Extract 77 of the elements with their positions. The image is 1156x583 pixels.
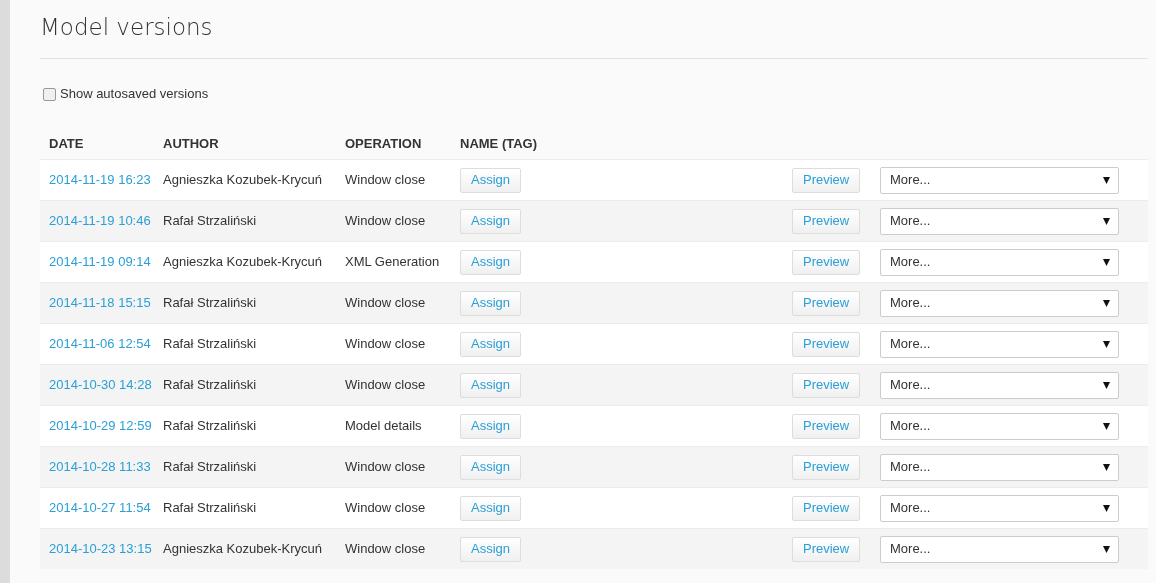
more-dropdown[interactable]: More... xyxy=(880,453,1119,481)
more-dropdown[interactable]: More... xyxy=(880,535,1119,563)
author-cell: Agnieszka Kozubek-Krycuń xyxy=(163,172,322,188)
caret-icon xyxy=(1103,463,1110,471)
caret-icon xyxy=(1103,340,1110,348)
operation-cell: Window close xyxy=(345,336,426,352)
assign-button[interactable]: Assign xyxy=(460,249,522,275)
assign-button[interactable]: Assign xyxy=(460,331,522,357)
operation-cell: Window close xyxy=(345,541,426,557)
assign-button[interactable]: Assign xyxy=(460,413,522,439)
more-dropdown[interactable]: More... xyxy=(880,330,1119,358)
assign-button[interactable]: Assign xyxy=(460,495,522,521)
column-header: DATE xyxy=(49,135,84,151)
assign-button[interactable]: Assign xyxy=(460,167,522,193)
caret-icon xyxy=(1103,217,1110,225)
author-cell: Agnieszka Kozubek-Krycuń xyxy=(163,541,322,557)
assign-button[interactable]: Assign xyxy=(460,372,522,398)
author-cell: Rafał Strzaliński xyxy=(163,500,257,516)
author-cell: Rafał Strzaliński xyxy=(163,377,257,393)
caret-icon xyxy=(1103,545,1110,553)
preview-button[interactable]: Preview xyxy=(792,249,861,275)
operation-cell: Model details xyxy=(345,418,422,434)
author-cell: Rafał Strzaliński xyxy=(163,295,257,311)
operation-cell: Window close xyxy=(345,295,426,311)
author-cell: Rafał Strzaliński xyxy=(163,459,257,475)
date-link[interactable]: 2014-10-28 11:33 xyxy=(49,459,151,475)
more-dropdown[interactable]: More... xyxy=(880,166,1119,194)
author-cell: Agnieszka Kozubek-Krycuń xyxy=(163,254,322,270)
column-header: OPERATION xyxy=(345,135,422,151)
more-dropdown[interactable]: More... xyxy=(880,494,1119,522)
assign-button[interactable]: Assign xyxy=(460,536,522,562)
more-dropdown[interactable]: More... xyxy=(880,207,1119,235)
operation-cell: Window close xyxy=(345,459,426,475)
operation-cell: Window close xyxy=(345,213,426,229)
date-link[interactable]: 2014-10-30 14:28 xyxy=(49,377,152,393)
preview-button[interactable]: Preview xyxy=(792,167,861,193)
date-link[interactable]: 2014-10-29 12:59 xyxy=(49,418,152,434)
column-header: AUTHOR xyxy=(163,135,219,151)
more-dropdown[interactable]: More... xyxy=(880,289,1119,317)
preview-button[interactable]: Preview xyxy=(792,372,861,398)
preview-button[interactable]: Preview xyxy=(792,536,861,562)
preview-button[interactable]: Preview xyxy=(792,290,861,316)
more-dropdown[interactable]: More... xyxy=(880,371,1119,399)
more-dropdown[interactable]: More... xyxy=(880,412,1119,440)
column-header: NAME (TAG) xyxy=(460,135,538,151)
caret-icon xyxy=(1103,258,1110,266)
caret-icon xyxy=(1103,381,1110,389)
date-link[interactable]: 2014-11-06 12:54 xyxy=(49,336,151,352)
date-link[interactable]: 2014-11-19 16:23 xyxy=(49,172,151,188)
author-cell: Rafał Strzaliński xyxy=(163,336,257,352)
date-link[interactable]: 2014-11-19 10:46 xyxy=(49,213,151,229)
preview-button[interactable]: Preview xyxy=(792,331,861,357)
operation-cell: XML Generation xyxy=(345,254,440,270)
date-link[interactable]: 2014-11-18 15:15 xyxy=(49,295,151,311)
assign-button[interactable]: Assign xyxy=(460,454,522,480)
operation-cell: Window close xyxy=(345,172,426,188)
author-cell: Rafał Strzaliński xyxy=(163,418,257,434)
operation-cell: Window close xyxy=(345,377,426,393)
date-link[interactable]: 2014-11-19 09:14 xyxy=(49,254,151,270)
page-title: Model versions xyxy=(40,13,214,42)
autosave-checkbox[interactable] xyxy=(43,87,56,101)
autosave-label: Show autosaved versions xyxy=(60,85,209,104)
caret-icon xyxy=(1103,299,1110,307)
date-link[interactable]: 2014-10-27 11:54 xyxy=(49,500,151,516)
operation-cell: Window close xyxy=(345,500,426,516)
author-cell: Rafał Strzaliński xyxy=(163,213,257,229)
preview-button[interactable]: Preview xyxy=(792,208,861,234)
date-link[interactable]: 2014-10-23 13:15 xyxy=(49,541,152,557)
preview-button[interactable]: Preview xyxy=(792,495,861,521)
caret-icon xyxy=(1103,422,1110,430)
caret-icon xyxy=(1103,176,1110,184)
assign-button[interactable]: Assign xyxy=(460,208,522,234)
preview-button[interactable]: Preview xyxy=(792,454,861,480)
caret-icon xyxy=(1103,504,1110,512)
more-dropdown[interactable]: More... xyxy=(880,248,1119,276)
preview-button[interactable]: Preview xyxy=(792,413,861,439)
assign-button[interactable]: Assign xyxy=(460,290,522,316)
